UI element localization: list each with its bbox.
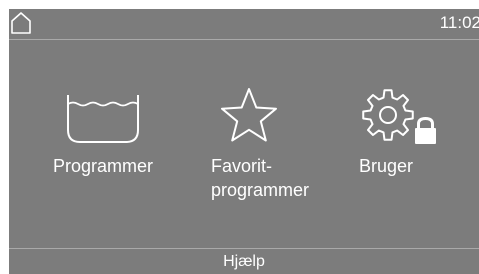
favorites-label: Favorit- programmer (211, 154, 309, 202)
star-icon (221, 88, 277, 142)
programs-tile[interactable]: Programmer (49, 84, 169, 214)
gear-lock-icon (362, 89, 436, 144)
home-button[interactable] (10, 11, 32, 35)
user-label-line: Bruger (359, 156, 414, 176)
favorites-label-line-1: Favorit- (211, 156, 273, 176)
tub-icon (67, 95, 139, 143)
programs-label: Programmer (53, 154, 153, 178)
help-button[interactable]: Hjælp (9, 249, 479, 274)
user-tile[interactable]: Bruger (349, 84, 449, 214)
status-bar: 11:02 (9, 9, 479, 39)
help-label: Hjælp (223, 253, 265, 270)
clock: 11:02 (439, 13, 479, 32)
programs-label-line: Programmer (53, 156, 154, 176)
user-label: Bruger (359, 154, 413, 178)
home-icon (11, 12, 31, 34)
display-screen: 11:02 Programmer Favorit- programmer Bru… (9, 9, 479, 274)
top-divider (9, 39, 479, 40)
favorites-tile[interactable]: Favorit- programmer (204, 84, 324, 214)
favorites-label-line-2: programmer (211, 180, 310, 200)
